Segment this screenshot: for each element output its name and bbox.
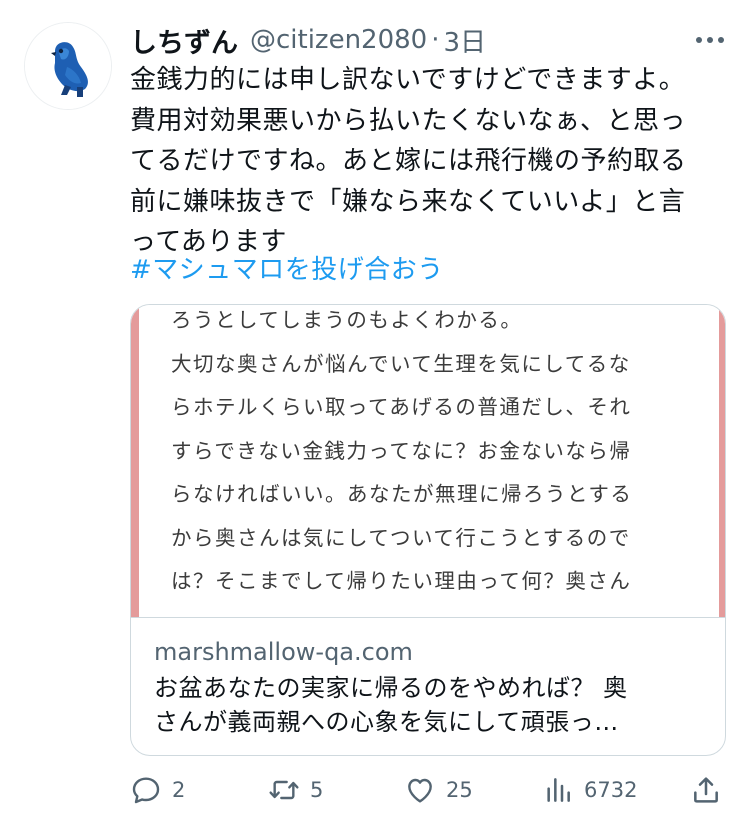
views-button[interactable]: 6732: [542, 768, 637, 812]
separator-dot: ·: [431, 25, 440, 55]
card-divider: [131, 617, 725, 618]
reply-icon: [132, 777, 160, 804]
avatar[interactable]: [24, 22, 112, 110]
reply-count: 2: [172, 778, 186, 802]
link-card[interactable]: ろうとしてしまうのもよくわかる。 大切な奥さんが悩んでいて生理を気にしてるな ら…: [130, 304, 726, 756]
like-count: 25: [446, 778, 473, 802]
like-button[interactable]: 25: [404, 768, 473, 812]
views-chart-icon: [547, 778, 570, 802]
card-domain: marshmallow-qa.com: [154, 638, 413, 666]
more-horizontal-icon: [696, 37, 724, 43]
avatar-image: [25, 23, 111, 109]
action-bar: 2 5 25 6732: [130, 768, 730, 814]
retweet-icon: [269, 780, 299, 800]
card-title: お盆あなたの実家に帰るのをやめれば？ 奥 さんが義両親への心象を気にして頑張っ…: [154, 674, 628, 736]
hashtag-link[interactable]: #マシュマロを投げ合おう: [130, 250, 444, 290]
tweet-text: 金銭力的には申し訳ないですけどできますよ。 費用対効果悪いから払いたくないなぁ、…: [130, 65, 687, 257]
user-handle[interactable]: @citizen2080: [250, 25, 427, 55]
retweet-button[interactable]: 5: [268, 768, 323, 812]
more-options-button[interactable]: [690, 22, 730, 58]
timestamp[interactable]: 3日: [444, 22, 487, 59]
heart-icon: [408, 778, 432, 803]
share-button[interactable]: [690, 768, 722, 812]
card-image-text: ろうとしてしまうのもよくわかる。 大切な奥さんが悩んでいて生理を気にしてるな ら…: [171, 308, 633, 593]
reply-button[interactable]: 2: [130, 768, 185, 812]
tweet-header: しちずん @citizen2080 · 3日: [130, 18, 730, 62]
tweet[interactable]: しちずん @citizen2080 · 3日 金銭力的には申し訳ないですけどでき…: [0, 0, 750, 814]
view-count: 6732: [584, 778, 638, 802]
retweet-count: 5: [310, 778, 324, 802]
share-icon: [694, 777, 718, 803]
display-name[interactable]: しちずん: [130, 21, 238, 60]
card-image: ろうとしてしまうのもよくわかる。 大切な奥さんが悩んでいて生理を気にしてるな ら…: [131, 305, 725, 617]
